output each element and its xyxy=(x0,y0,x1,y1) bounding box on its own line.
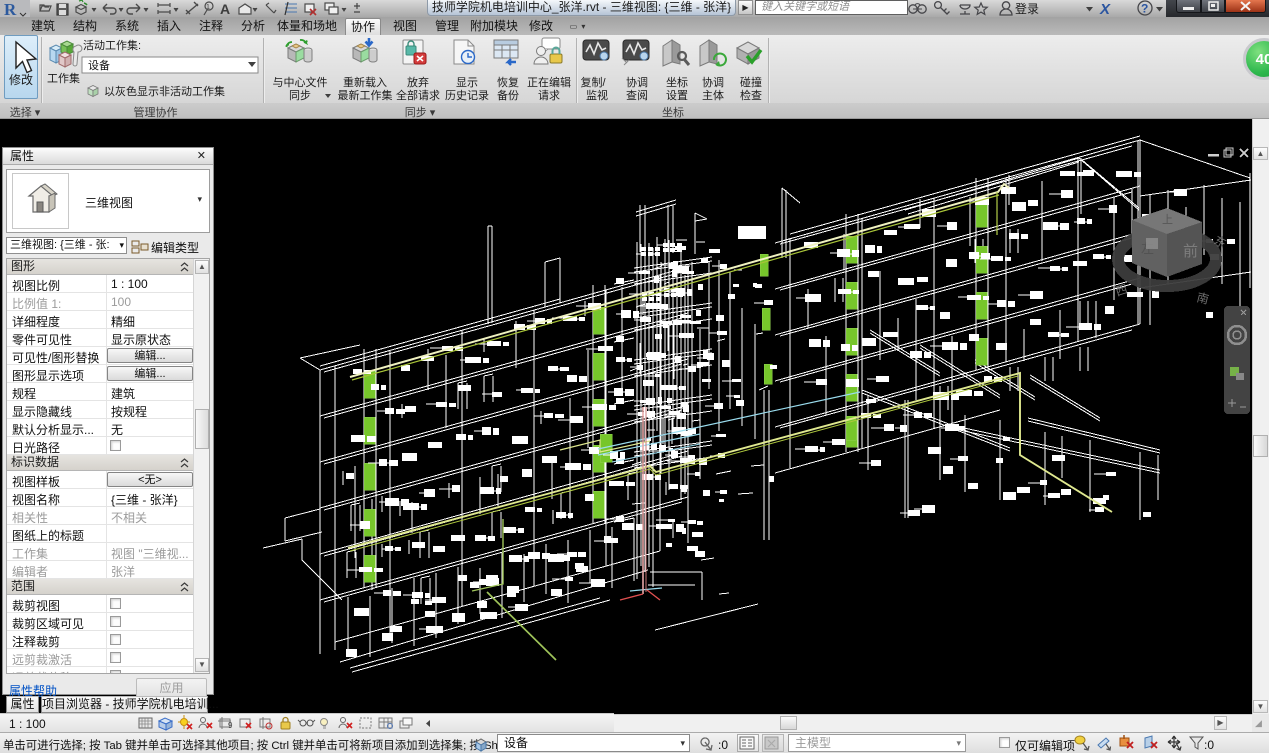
svg-text::0: :0 xyxy=(718,738,728,752)
svg-text:设备: 设备 xyxy=(88,58,110,72)
svg-text:协调: 协调 xyxy=(702,75,724,89)
svg-text:恢复: 恢复 xyxy=(497,75,519,89)
svg-text:前: 前 xyxy=(1183,243,1198,260)
svg-text:坐标: 坐标 xyxy=(666,75,688,89)
svg-text:主体: 主体 xyxy=(702,88,724,102)
svg-text:放弃: 放弃 xyxy=(407,75,429,89)
svg-text:重新载入: 重新载入 xyxy=(343,75,387,89)
svg-text:X: X xyxy=(1099,1,1111,17)
svg-text:请求: 请求 xyxy=(538,89,560,102)
svg-text:与中心文件: 与中心文件 xyxy=(273,75,328,89)
svg-text:检查: 检查 xyxy=(740,88,762,102)
svg-text:全部请求: 全部请求 xyxy=(396,88,440,102)
svg-text:南: 南 xyxy=(1195,289,1210,306)
svg-text:监视: 监视 xyxy=(586,88,608,102)
svg-text:复制/: 复制/ xyxy=(581,75,607,89)
svg-text:R: R xyxy=(4,0,17,17)
svg-text:西: 西 xyxy=(1114,282,1130,299)
svg-text:查阅: 查阅 xyxy=(626,88,648,102)
svg-text:协调: 协调 xyxy=(626,75,648,89)
svg-text:修改: 修改 xyxy=(9,72,33,87)
svg-text:登录: 登录 xyxy=(1015,1,1039,16)
svg-text:备份: 备份 xyxy=(497,88,519,102)
svg-text:显示: 显示 xyxy=(456,76,478,89)
svg-text:活动工作集:: 活动工作集: xyxy=(83,38,141,52)
svg-text:历史记录: 历史记录 xyxy=(445,89,489,102)
svg-text:上: 上 xyxy=(1162,213,1173,226)
svg-text:以灰色显示非活动工作集: 以灰色显示非活动工作集 xyxy=(104,84,225,98)
svg-text:设置: 设置 xyxy=(666,89,688,102)
svg-text:9: 9 xyxy=(228,721,233,730)
svg-text:?: ? xyxy=(1141,2,1148,16)
svg-text:1: 1 xyxy=(206,4,210,11)
svg-text:碰撞: 碰撞 xyxy=(740,75,762,89)
svg-text:同步: 同步 xyxy=(289,89,311,102)
svg-text:工作集: 工作集 xyxy=(47,71,80,85)
svg-text::0: :0 xyxy=(1204,738,1214,752)
svg-text:最新工作集: 最新工作集 xyxy=(338,88,393,102)
svg-text:正在编辑: 正在编辑 xyxy=(527,75,571,89)
svg-text:A: A xyxy=(220,1,230,17)
